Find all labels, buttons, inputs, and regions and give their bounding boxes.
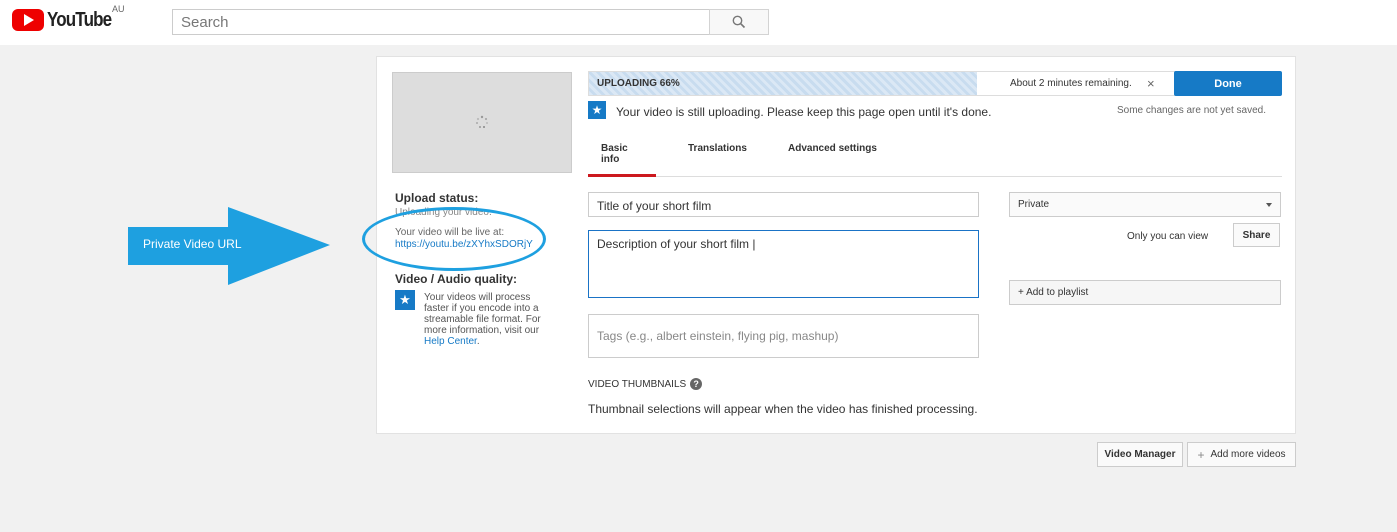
- title-field[interactable]: Title of your short film: [588, 192, 979, 217]
- quality-info-suffix: .: [476, 336, 480, 347]
- tab-advanced-settings[interactable]: Advanced settings: [788, 143, 877, 177]
- cancel-upload-icon[interactable]: ×: [1147, 76, 1155, 91]
- tags-field[interactable]: Tags (e.g., albert einstein, flying pig,…: [588, 314, 979, 358]
- search-box[interactable]: [172, 9, 710, 35]
- upload-notice: Your video is still uploading. Please ke…: [616, 105, 992, 119]
- play-logo-icon: [12, 9, 44, 31]
- upload-progress-bar: UPLOADING 66% About 2 minutes remaining.…: [588, 71, 1178, 96]
- region-label: AU: [112, 4, 125, 14]
- loading-spinner-icon: [476, 115, 488, 128]
- star-icon: ★: [395, 290, 415, 310]
- search-input[interactable]: [181, 13, 709, 31]
- upload-card: Upload status: Uploading your video. You…: [376, 56, 1296, 434]
- search-icon: [732, 15, 746, 29]
- done-button[interactable]: Done: [1174, 71, 1282, 96]
- upload-progress-label: UPLOADING 66%: [597, 78, 680, 89]
- privacy-description: Only you can view: [1127, 231, 1209, 242]
- logo-text: YouTube: [47, 8, 112, 31]
- video-manager-button[interactable]: Video Manager: [1097, 442, 1183, 467]
- chevron-down-icon: [1266, 203, 1272, 207]
- privacy-select[interactable]: Private: [1009, 192, 1281, 217]
- upload-status-line: Uploading your video.: [395, 207, 492, 218]
- tab-label: Advanced settings: [788, 143, 877, 154]
- tab-label: Basic info: [601, 143, 628, 165]
- video-thumbnail-placeholder: [392, 72, 572, 173]
- tab-basic-info[interactable]: Basic info: [588, 143, 656, 177]
- thumbnails-heading-text: VIDEO THUMBNAILS: [588, 378, 687, 390]
- quality-heading: Video / Audio quality:: [395, 272, 518, 286]
- search-button[interactable]: [709, 9, 769, 35]
- star-icon: ★: [588, 101, 606, 119]
- live-url-label: Your video will be live at:: [395, 227, 505, 238]
- tags-placeholder: Tags (e.g., albert einstein, flying pig,…: [597, 329, 839, 343]
- private-video-url-link[interactable]: https://youtu.be/zXYhxSDORjY: [395, 239, 533, 250]
- upload-status-heading: Upload status:: [395, 191, 479, 205]
- plus-icon: +: [1197, 447, 1205, 462]
- youtube-logo[interactable]: YouTube: [12, 8, 123, 32]
- quality-info-text: Your videos will process faster if you e…: [424, 292, 549, 347]
- settings-tabs: Basic info Translations Advanced setting…: [588, 135, 1282, 177]
- time-remaining: About 2 minutes remaining.: [1010, 78, 1132, 89]
- quality-info-body: Your videos will process faster if you e…: [424, 292, 541, 336]
- add-more-videos-button[interactable]: + Add more videos: [1187, 442, 1296, 467]
- description-field[interactable]: Description of your short film |: [588, 230, 979, 298]
- unsaved-changes-notice: Some changes are not yet saved.: [1117, 105, 1266, 116]
- help-center-link[interactable]: Help Center: [424, 336, 477, 347]
- help-icon[interactable]: ?: [690, 378, 703, 390]
- share-button[interactable]: Share: [1233, 223, 1280, 247]
- tab-label: Translations: [688, 143, 747, 154]
- tab-translations[interactable]: Translations: [688, 143, 747, 177]
- add-more-videos-label: Add more videos: [1210, 449, 1286, 460]
- masthead: YouTube AU: [0, 0, 1397, 45]
- annotation-label: Private Video URL: [143, 237, 242, 251]
- thumbnails-heading: VIDEO THUMBNAILS ?: [588, 378, 703, 390]
- add-to-playlist-button[interactable]: + Add to playlist: [1009, 280, 1281, 305]
- privacy-value: Private: [1018, 199, 1050, 210]
- thumbnails-note: Thumbnail selections will appear when th…: [588, 402, 978, 416]
